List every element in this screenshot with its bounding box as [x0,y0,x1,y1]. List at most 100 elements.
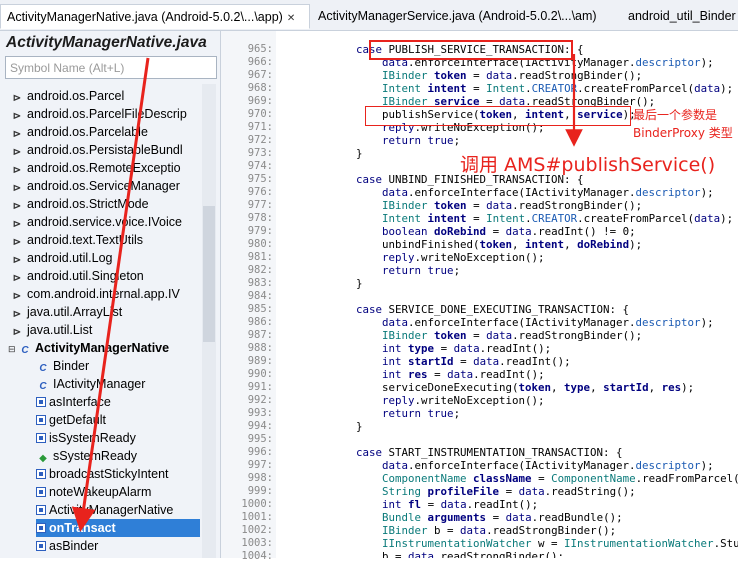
line-number: 990: [247,368,273,380]
code-line[interactable]: } [278,277,363,290]
collapse-toggle-icon[interactable]: ⊟ [8,340,18,358]
code-line[interactable]: data.enforceInterface(IActivityManager.d… [278,186,714,199]
outline-item-label: sSystemReady [53,449,138,463]
code-line[interactable]: boolean doRebind = data.readInt() != 0; [278,225,636,238]
outline-item-label: android.os.PersistableBundl [27,143,183,157]
code-line[interactable]: return true; [278,264,460,277]
outline-item-label: noteWakeupAlarm [49,485,152,499]
line-number: 983: [247,277,273,289]
code-line[interactable]: int fl = data.readInt(); [278,498,538,511]
outline-item[interactable]: C Binder [36,357,89,375]
outline-item[interactable]: isSystemReady [36,429,136,447]
outline-item-label: isSystemReady [49,431,136,445]
code-line[interactable]: case START_INSTRUMENTATION_TRANSACTION: … [278,446,623,459]
code-line[interactable]: return true; [278,134,460,147]
outline-item-label: android.os.RemoteExceptio [27,161,181,175]
outline-item[interactable]: broadcastStickyIntent [36,465,169,483]
code-line[interactable]: int type = data.readInt(); [278,342,551,355]
close-icon[interactable]: ✕ [287,13,295,24]
code-line[interactable]: IBinder token = data.readStrongBinder(); [278,329,642,342]
outline-item-label: java.util.List [27,323,93,337]
code-line[interactable]: unbindFinished(token, intent, doRebind); [278,238,642,251]
outline-item[interactable]: getDefault [36,411,106,429]
method-icon [36,523,46,533]
outline-item[interactable]: ⊳ android.os.PersistableBundl [10,141,183,159]
code-line[interactable]: int startId = data.readInt(); [278,355,571,368]
outline-item[interactable]: ⊳ android.os.Parcel [10,87,124,105]
package-icon: ⊳ [12,111,22,122]
tab-activitymanagerservice[interactable]: ActivityManagerService.java (Android-5.0… [312,4,618,29]
outline-item[interactable]: ⊳ android.os.ServiceManager [10,177,180,195]
line-number: 989: [247,355,273,367]
outline-item-label: android.util.Log [27,251,113,265]
code-line[interactable]: return true; [278,407,460,420]
code-line[interactable]: data.enforceInterface(IActivityManager.d… [278,459,714,472]
code-line[interactable]: } [278,147,363,160]
outline-item[interactable]: ⊳ android.util.Singleton [10,267,144,285]
tab-activitymanagernative[interactable]: ActivityManagerNative.java (Android-5.0.… [0,4,310,29]
code-line[interactable]: reply.writeNoException(); [278,394,545,407]
code-line[interactable]: Intent intent = Intent.CREATOR.createFro… [278,212,733,225]
code-line[interactable]: IBinder token = data.readStrongBinder(); [278,199,642,212]
scrollbar-thumb[interactable] [203,206,215,342]
code-line[interactable]: case SERVICE_DONE_EXECUTING_TRANSACTION:… [278,303,629,316]
outline-item[interactable]: asInterface [36,393,111,411]
outline-item[interactable]: ◆ sSystemReady [36,447,137,465]
line-number: 974: [247,160,273,172]
line-number: 991: [247,381,273,393]
method-icon [36,433,46,443]
package-icon: ⊳ [12,237,22,248]
outline-item[interactable]: ⊳ android.os.Parcelable [10,123,148,141]
line-number: 973: [247,147,273,159]
code-line[interactable]: int res = data.readInt(); [278,368,545,381]
line-number: 979: [247,225,273,237]
outline-item[interactable]: onTransact [36,519,200,537]
line-number: 1003: [241,537,273,549]
outline-item[interactable]: noteWakeupAlarm [36,483,151,501]
outline-item[interactable]: ⊳ android.text.TextUtils [10,231,143,249]
outline-item[interactable]: asBinder [36,537,98,555]
line-number: 998: [247,472,273,484]
code-line[interactable]: IBinder b = data.readStrongBinder(); [278,524,616,537]
outline-item-label: onTransact [49,521,116,535]
outline-item[interactable]: ⊳ com.android.internal.app.IV [10,285,180,303]
package-icon: ⊳ [12,201,22,212]
code-line[interactable]: data.enforceInterface(IActivityManager.d… [278,316,714,329]
line-number: 994: [247,420,273,432]
symbol-search-input[interactable] [5,56,217,79]
code-line[interactable]: reply.writeNoException(); [278,251,545,264]
outline-item[interactable]: ActivityManagerNative [36,501,173,519]
line-number-gutter: 965: 966: 967: 968: 969: 970: 971: 972: 973: 974:… [221,31,276,562]
outline-item[interactable]: ⊳ android.os.StrictMode [10,195,149,213]
code-line[interactable]: IBinder token = data.readStrongBinder(); [278,69,642,82]
code-line[interactable]: } [278,420,363,433]
code-line[interactable]: Intent intent = Intent.CREATOR.createFro… [278,82,733,95]
code-line[interactable]: String profileFile = data.readString(); [278,485,636,498]
code-line[interactable]: serviceDoneExecuting(token, type, startI… [278,381,694,394]
class-icon: C [21,345,29,356]
outline-item[interactable]: ⊳ java.util.List [10,321,93,339]
outline-scrollbar[interactable] [202,84,216,558]
line-number: 970: [247,108,273,120]
code-line[interactable]: b = data.readStrongBinder(); [278,550,564,558]
line-number: 1004: [241,550,273,562]
outline-item-label: android.util.Singleton [27,269,144,283]
code-line[interactable]: ComponentName className = ComponentName.… [278,472,738,485]
code-line[interactable]: IInstrumentationWatcher w = IInstrumenta… [278,537,738,550]
outline-item[interactable]: ⊟ C ActivityManagerNative [8,339,169,357]
code-line[interactable]: Bundle arguments = data.readBundle(); [278,511,623,524]
package-icon: ⊳ [12,93,22,104]
method-icon [36,415,46,425]
line-number: 965: [247,43,273,55]
tab-android-util-binder[interactable]: android_util_Binder [622,4,738,29]
outline-item[interactable]: C IActivityManager [36,375,145,393]
outline-item-label: ActivityManagerNative [49,503,174,517]
outline-item[interactable]: ⊳ java.util.ArrayList [10,303,122,321]
outline-item[interactable]: ⊳ android.util.Log [10,249,113,267]
outline-item[interactable]: ⊳ android.service.voice.IVoice [10,213,182,231]
package-icon: ⊳ [12,309,22,320]
line-number: 986: [247,316,273,328]
package-icon: ⊳ [12,273,22,284]
outline-item[interactable]: ⊳ android.os.RemoteExceptio [10,159,181,177]
outline-item[interactable]: ⊳ android.os.ParcelFileDescrip [10,105,187,123]
